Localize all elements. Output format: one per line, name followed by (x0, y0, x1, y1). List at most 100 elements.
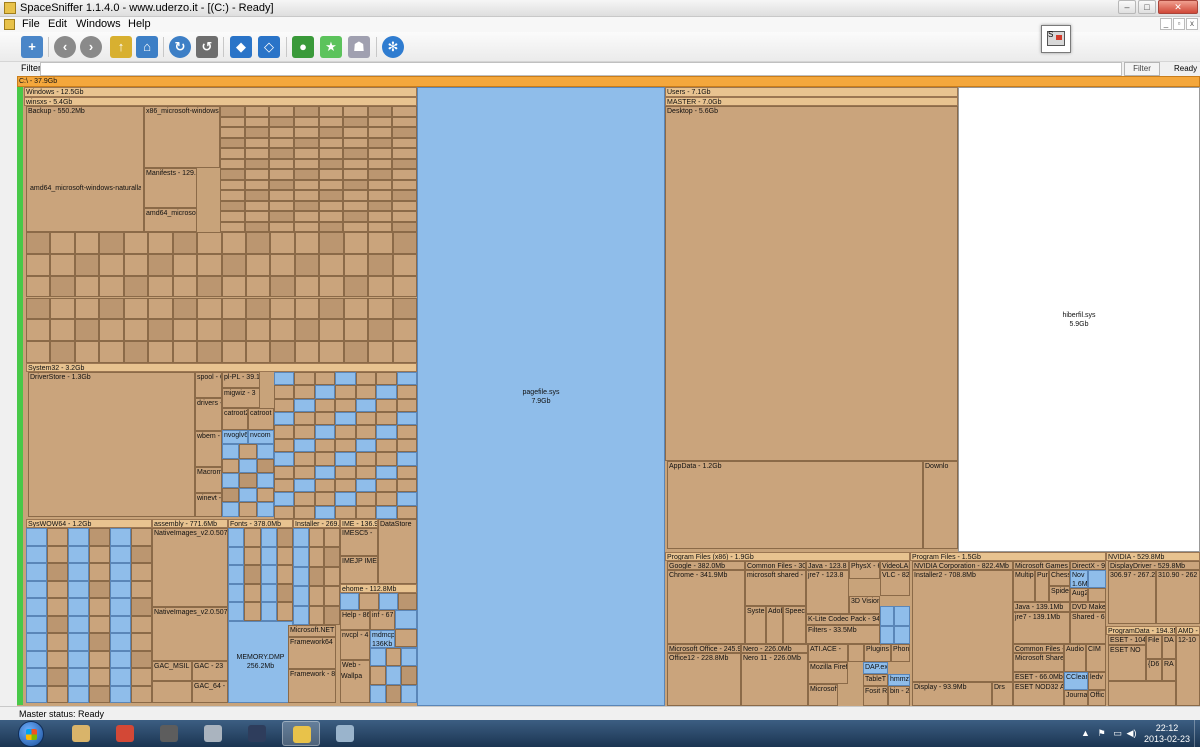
treemap-cell[interactable] (47, 563, 68, 581)
file-memory-dmp[interactable]: MEMORY.DMP 256.2Mb (228, 621, 293, 703)
treemap-cell[interactable] (318, 106, 344, 117)
folder-framework[interactable]: Framework - 8 (288, 669, 336, 703)
treemap-cell[interactable] (343, 106, 368, 117)
treemap-cell[interactable] (274, 478, 295, 493)
treemap-cell[interactable] (395, 610, 417, 629)
treemap-cell[interactable] (396, 505, 417, 519)
treemap-cell[interactable] (324, 605, 340, 625)
folder-gac-msil[interactable]: GAC_MSIL - (152, 661, 192, 681)
treemap-cell[interactable] (239, 458, 257, 474)
treemap-cell[interactable] (270, 232, 295, 254)
treemap-cell[interactable] (26, 275, 51, 298)
folder-x86-microsoft-windows[interactable]: x86_microsoft-windows-n (144, 106, 220, 168)
treemap-cell[interactable] (367, 179, 393, 190)
chrome-icon[interactable] (106, 721, 144, 746)
folder-file[interactable]: File (1146, 635, 1162, 659)
treemap-cell[interactable] (335, 385, 356, 399)
folder-microsoft-office[interactable]: Microsoft Office - 245.9 (667, 644, 741, 653)
treemap-cell[interactable] (367, 116, 393, 127)
treemap-cell[interactable] (293, 586, 309, 606)
folder-drs[interactable]: Drs (992, 682, 1013, 706)
treemap-cell[interactable] (355, 372, 377, 386)
folder-drivers[interactable]: drivers - (195, 398, 222, 431)
treemap-cell[interactable] (220, 137, 245, 148)
treemap-cell[interactable] (293, 148, 319, 159)
treemap-cell[interactable] (269, 190, 294, 201)
treemap-cell[interactable] (294, 505, 315, 519)
treemap-cell[interactable] (335, 478, 356, 493)
treemap-cell[interactable] (392, 158, 417, 169)
treemap-cell[interactable] (260, 528, 277, 547)
treemap-cell[interactable] (314, 425, 336, 439)
treemap-cell[interactable] (367, 106, 393, 117)
folder-backup[interactable]: Backup - 550.2Mb (26, 106, 144, 232)
treemap-cell[interactable] (293, 566, 309, 587)
treemap-cell[interactable] (385, 648, 402, 667)
treemap-cell[interactable] (110, 650, 131, 668)
treemap-cell[interactable] (319, 297, 344, 320)
treemap-cell[interactable] (131, 545, 152, 563)
app-window-icon[interactable] (326, 721, 364, 746)
treemap-cell[interactable] (131, 580, 152, 598)
folder-filters[interactable]: Filters - 33.5Mb (806, 625, 880, 644)
treemap-cell[interactable] (294, 425, 315, 439)
treemap-cell[interactable] (392, 106, 417, 117)
treemap-cell[interactable] (244, 148, 270, 159)
close-button[interactable]: ✕ (1158, 0, 1198, 14)
folder-macrome[interactable]: Macrome (195, 467, 222, 493)
folder-dvd-maker[interactable]: DVD Maker (1070, 602, 1106, 612)
treemap-cell[interactable] (294, 232, 320, 254)
treemap-cell[interactable] (110, 528, 131, 546)
folder-eset-no[interactable]: ESET NO (1108, 645, 1146, 681)
treemap-cell[interactable] (359, 593, 379, 610)
treemap-cell[interactable] (294, 492, 315, 506)
folder-speech[interactable]: Speech (783, 606, 806, 644)
treemap-cell[interactable] (392, 116, 417, 127)
treemap-cell[interactable] (343, 127, 368, 138)
treemap-cell[interactable] (110, 580, 131, 598)
treemap-cell[interactable] (239, 444, 257, 459)
mdi-close-button[interactable]: x (1186, 18, 1198, 30)
treemap-cell[interactable] (318, 169, 344, 180)
treemap-cell[interactable] (260, 602, 277, 621)
treemap-cell[interactable] (269, 211, 294, 222)
treemap-cell[interactable] (293, 528, 309, 548)
folder-spider[interactable]: Spide (1049, 586, 1070, 602)
settings-icon[interactable]: ✻ (382, 36, 404, 58)
folder-ccleaner[interactable]: CCleari (1064, 672, 1088, 690)
folder-d6[interactable]: {D6 (1146, 659, 1162, 681)
treemap-cell[interactable] (376, 438, 397, 453)
folder-microsoft[interactable]: Microsoft (808, 684, 838, 706)
treemap-cell[interactable] (131, 563, 152, 581)
treemap-cell[interactable] (50, 275, 75, 298)
treemap-cell[interactable] (343, 275, 369, 298)
treemap-cell[interactable] (319, 341, 344, 363)
treemap-cell[interactable] (270, 341, 295, 363)
folder-eset[interactable]: ESET - 66.0Mb (1013, 672, 1064, 682)
treemap-cell[interactable] (26, 580, 47, 598)
treemap-cell[interactable] (148, 341, 173, 363)
treemap-cell[interactable] (50, 253, 75, 276)
treemap-cell[interactable] (355, 412, 377, 426)
folder-amd[interactable]: AMD - (1176, 626, 1200, 635)
treemap-cell[interactable] (314, 412, 336, 426)
folder-cim[interactable]: CIM (1086, 644, 1106, 672)
treemap-cell[interactable] (99, 275, 124, 298)
file-read[interactable] (894, 626, 910, 644)
treemap-cell[interactable] (221, 253, 246, 276)
treemap-cell[interactable] (368, 341, 393, 363)
treemap-cell[interactable] (228, 565, 245, 584)
treemap-cell[interactable] (293, 169, 319, 180)
treemap-cell[interactable] (245, 275, 271, 298)
treemap-cell[interactable] (110, 633, 131, 651)
treemap-cell[interactable] (274, 412, 295, 426)
treemap-cell[interactable] (392, 190, 417, 201)
treemap-cell[interactable] (319, 275, 344, 298)
treemap-cell[interactable] (148, 297, 173, 320)
treemap-cell[interactable] (244, 127, 270, 138)
folder-k-lite[interactable]: K-Lite Codec Pack - 94. (806, 614, 880, 625)
treemap-cell[interactable] (123, 275, 149, 298)
treemap-cell[interactable] (269, 200, 294, 211)
treemap-cell[interactable] (244, 546, 261, 566)
treemap-cell[interactable] (26, 615, 47, 633)
